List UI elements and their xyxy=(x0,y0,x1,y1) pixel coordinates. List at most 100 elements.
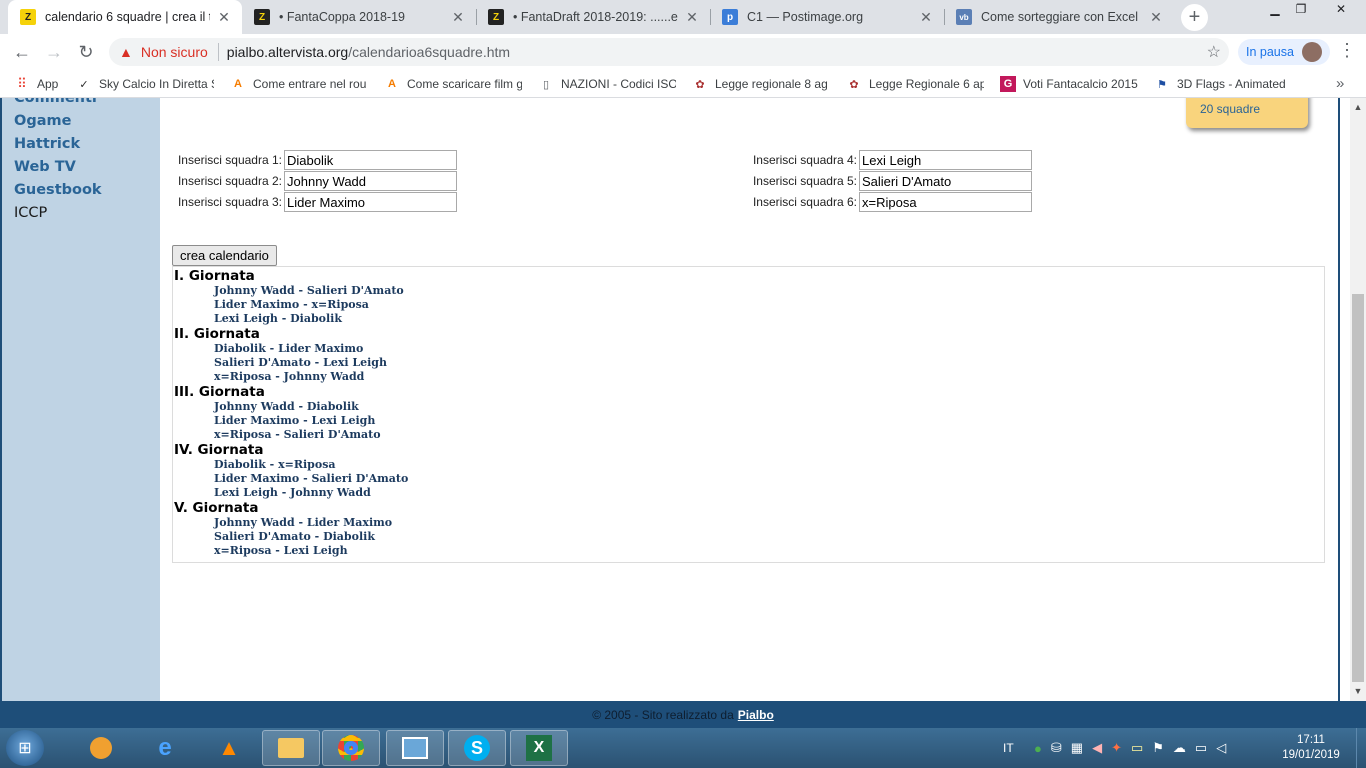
match-row: Salieri D'Amato - Diabolik xyxy=(214,530,375,543)
sidebar-item-ogame[interactable]: Ogame xyxy=(14,113,71,129)
speaker-icon[interactable]: ◁ xyxy=(1216,740,1226,756)
round-title: IV. Giornata xyxy=(174,442,264,458)
restore-icon[interactable]: ❐ xyxy=(1288,0,1314,18)
note-text: 20 squadre xyxy=(1200,102,1261,116)
sidebar-item-commenti[interactable]: Commenti xyxy=(14,98,97,106)
new-tab-button[interactable]: + xyxy=(1181,4,1208,31)
tab-fantadraft[interactable]: Z • FantaDraft 2018-2019: ......e sc ✕ xyxy=(476,0,710,34)
team-input[interactable] xyxy=(284,171,457,191)
tab-title: • FantaDraft 2018-2019: ......e sc xyxy=(513,10,678,24)
round-block: V. Giornata Johnny Wadd - Lider Maximo S… xyxy=(174,500,1324,558)
language-indicator[interactable]: IT xyxy=(1003,728,1014,768)
sidebar-item-guestbook[interactable]: Guestbook xyxy=(14,182,102,198)
close-window-icon[interactable]: ✕ xyxy=(1314,0,1366,18)
forward-arrow-icon[interactable]: → xyxy=(42,40,66,64)
web-page: Commenti Ogame Hattrick Web TV Guestbook… xyxy=(0,98,1350,701)
region-crest-icon: ✿ xyxy=(849,78,859,91)
bookmark-apps[interactable]: ⠿ App xyxy=(14,75,64,93)
start-button[interactable]: ⊞ xyxy=(6,730,44,766)
scroll-up-icon[interactable]: ▲ xyxy=(1350,102,1366,112)
close-icon[interactable]: ✕ xyxy=(450,9,466,26)
bookmark-router[interactable]: A Come entrare nel rou xyxy=(230,75,368,93)
footer-text: © 2005 - Sito realizzato da xyxy=(592,707,734,722)
kebab-menu-icon[interactable]: ⋮ xyxy=(1338,40,1356,61)
bookmark-3d-flags[interactable]: ⚑ 3D Flags - Animated xyxy=(1154,75,1286,93)
match-row: x=Riposa - Salieri D'Amato xyxy=(214,428,381,441)
security-label[interactable]: Non sicuro xyxy=(141,44,208,60)
crea-calendario-button[interactable]: crea calendario xyxy=(172,245,277,266)
security-shield-icon[interactable]: ● xyxy=(1034,741,1042,756)
media-center-icon[interactable] xyxy=(72,730,130,766)
minimize-icon[interactable]: ▁ xyxy=(1262,0,1288,18)
close-icon[interactable]: ✕ xyxy=(216,9,232,26)
team-field-5: Inserisci squadra 5: xyxy=(751,171,1032,191)
skype-icon[interactable]: S xyxy=(448,730,506,766)
bookmark-star-icon[interactable]: ☆ xyxy=(1207,42,1221,62)
match-row: Lider Maximo - Salieri D'Amato xyxy=(214,472,409,485)
match-row: Johnny Wadd - Lider Maximo xyxy=(214,516,393,529)
clock-time: 17:11 xyxy=(1297,734,1325,746)
team-input[interactable] xyxy=(859,150,1032,170)
postimage-icon: p xyxy=(722,9,738,25)
picture-viewer-icon[interactable] xyxy=(386,730,444,766)
bookmark-legge-6[interactable]: ✿ Legge Regionale 6 ap xyxy=(846,75,984,93)
chevron-double-right-icon[interactable]: » xyxy=(1336,75,1344,92)
bookmark-legge-8[interactable]: ✿ Legge regionale 8 ag xyxy=(692,75,830,93)
vb-forum-icon: vb xyxy=(956,9,972,25)
internet-explorer-icon[interactable]: e xyxy=(136,730,194,766)
bookmark-sky-calcio[interactable]: ✓ Sky Calcio In Diretta S xyxy=(76,75,214,93)
close-icon[interactable]: ✕ xyxy=(918,9,934,26)
team-label: Inserisci squadra 1: xyxy=(177,153,282,167)
bookmark-voti[interactable]: G Voti Fantacalcio 2015 xyxy=(1000,75,1138,93)
file-explorer-icon[interactable] xyxy=(262,730,320,766)
close-icon[interactable]: ✕ xyxy=(1148,9,1164,26)
sidebar-item-iccp[interactable]: ICCP xyxy=(14,205,47,221)
windows-taskbar: ⊞ e ▲ S X IT ● ⛁ ▦ ◀ ✦ ▭ ⚑ ☁ ▭ ◁ 17:11 1… xyxy=(0,728,1366,768)
footer-link[interactable]: Pialbo xyxy=(738,708,774,722)
round-block: I. Giornata Johnny Wadd - Salieri D'Amat… xyxy=(174,268,1324,326)
team-input[interactable] xyxy=(284,192,457,212)
bookmark-film[interactable]: A Come scaricare film g xyxy=(384,75,522,93)
tab-calendario[interactable]: Z calendario 6 squadre | crea il tu ✕ xyxy=(8,0,242,34)
volume-muted-icon[interactable]: ◀ xyxy=(1092,740,1102,756)
bookmark-label: Sky Calcio In Diretta S xyxy=(99,77,214,91)
network-status-icon[interactable]: ▦ xyxy=(1071,740,1083,756)
show-desktop-button[interactable] xyxy=(1356,728,1366,768)
fanta-z-icon: Z xyxy=(488,9,504,25)
team-label: Inserisci squadra 3: xyxy=(177,195,282,209)
profile-button[interactable]: In pausa xyxy=(1238,39,1330,65)
usb-device-icon[interactable]: ⛁ xyxy=(1051,740,1062,756)
back-arrow-icon[interactable]: ← xyxy=(10,40,34,64)
sidebar-item-hattrick[interactable]: Hattrick xyxy=(14,136,80,152)
vlc-icon[interactable]: ▲ xyxy=(200,730,258,766)
app-tray-icon[interactable]: ✦ xyxy=(1111,740,1122,756)
fanta-z-icon: Z xyxy=(20,9,36,25)
tab-title: C1 — Postimage.org xyxy=(747,10,864,24)
excel-icon[interactable]: X xyxy=(510,730,568,766)
team-input[interactable] xyxy=(859,171,1032,191)
bookmark-label: Come entrare nel rou xyxy=(253,77,367,91)
scrollbar-thumb[interactable] xyxy=(1352,294,1364,682)
chrome-icon[interactable] xyxy=(322,730,380,766)
close-icon[interactable]: ✕ xyxy=(684,9,700,26)
system-clock[interactable]: 17:11 19/01/2019 xyxy=(1276,733,1346,763)
notes-icon[interactable]: ▭ xyxy=(1131,740,1143,756)
sticky-note[interactable]: 20 squadre xyxy=(1186,98,1308,128)
team-input[interactable] xyxy=(859,192,1032,212)
sidebar-item-web-tv[interactable]: Web TV xyxy=(14,159,76,175)
tab-postimage[interactable]: p C1 — Postimage.org ✕ xyxy=(710,0,944,34)
action-center-flag-icon[interactable]: ⚑ xyxy=(1152,740,1164,756)
language-label: IT xyxy=(1003,741,1014,755)
cloud-icon[interactable]: ☁ xyxy=(1173,740,1186,756)
reload-icon[interactable]: ↻ xyxy=(74,40,98,64)
address-bar[interactable]: ▲ Non sicuro pialbo.altervista.org/calen… xyxy=(109,38,1229,66)
bookmark-nazioni[interactable]: ▯ NAZIONI - Codici ISO xyxy=(538,75,676,93)
tab-excel-forum[interactable]: vb Come sorteggiare con Excel | Ut ✕ xyxy=(944,0,1174,34)
tab-fantacoppa[interactable]: Z • FantaCoppa 2018-19 ✕ xyxy=(242,0,476,34)
scroll-down-icon[interactable]: ▼ xyxy=(1350,686,1366,696)
team-input[interactable] xyxy=(284,150,457,170)
match-row: Lider Maximo - Lexi Leigh xyxy=(214,414,376,427)
display-icon[interactable]: ▭ xyxy=(1195,740,1207,756)
page-scrollbar[interactable]: ▲ ▼ xyxy=(1350,98,1366,701)
calendar-results: I. Giornata Johnny Wadd - Salieri D'Amat… xyxy=(172,266,1325,563)
